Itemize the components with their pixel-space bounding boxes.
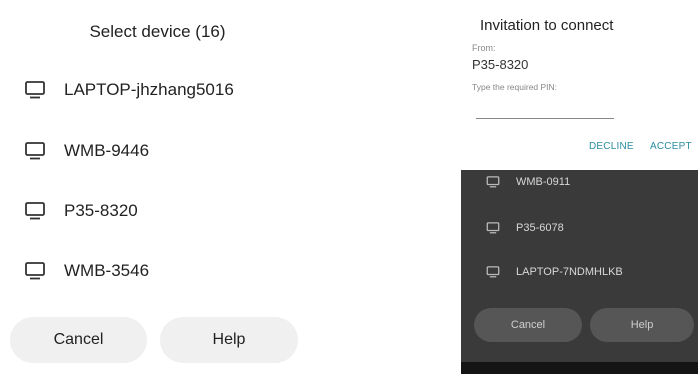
monitor-icon: [486, 176, 500, 188]
monitor-icon: [486, 222, 500, 234]
device-label: WMB-9446: [64, 141, 150, 160]
help-button[interactable]: Help: [160, 317, 298, 363]
device-label: WMB-3546: [64, 261, 150, 280]
from-value: P35-8320: [472, 57, 529, 72]
background-device-item-wmb-0911: WMB-0911: [461, 168, 698, 196]
monitor-icon: [25, 81, 45, 99]
device-label: WMB-0911: [516, 176, 571, 188]
device-label: LAPTOP-7NDMHLKB: [516, 266, 623, 278]
decline-button[interactable]: DECLINE: [589, 141, 634, 152]
monitor-icon: [25, 202, 45, 220]
invitation-title: Invitation to connect: [480, 17, 614, 34]
device-item-laptop-jhzhang5016[interactable]: LAPTOP-jhzhang5016: [0, 68, 315, 112]
monitor-icon: [25, 142, 45, 160]
background-device-item-p35-6078: P35-6078: [461, 214, 698, 242]
cancel-button[interactable]: Cancel: [10, 317, 147, 363]
pin-label: Type the required PIN:: [472, 82, 558, 92]
background-help-button: Help: [590, 308, 694, 342]
device-label: P35-6078: [516, 222, 564, 234]
monitor-icon: [25, 262, 45, 280]
from-label: From:: [472, 43, 496, 53]
device-item-p35-8320[interactable]: P35-8320: [0, 189, 315, 233]
device-item-wmb-9446[interactable]: WMB-9446: [0, 129, 315, 173]
invitation-screen: WMB-0911 P35-6078 LAPTOP-7NDMHLKB Cancel…: [461, 0, 698, 374]
invitation-dialog: Invitation to connect From: P35-8320 Typ…: [461, 0, 698, 170]
navigation-bar: [461, 362, 698, 374]
dialog-title: Select device (16): [89, 22, 226, 41]
pin-input[interactable]: [476, 104, 614, 119]
accept-button[interactable]: ACCEPT: [650, 141, 692, 152]
device-label: P35-8320: [64, 201, 138, 220]
device-label: LAPTOP-jhzhang5016: [64, 80, 234, 99]
device-item-wmb-3546[interactable]: WMB-3546: [0, 249, 315, 293]
select-device-dialog: Select device (16) LAPTOP-jhzhang5016 WM…: [0, 0, 315, 374]
background-device-item-laptop-7ndmhlkb: LAPTOP-7NDMHLKB: [461, 258, 698, 286]
background-cancel-button: Cancel: [474, 308, 582, 342]
monitor-icon: [486, 266, 500, 278]
